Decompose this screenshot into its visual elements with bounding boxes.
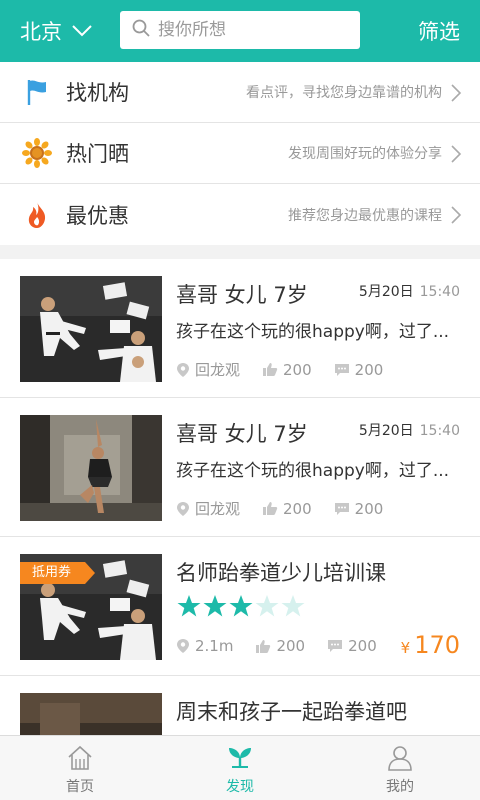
category-menu: 找机构 看点评，寻找您身边靠谱的机构 热门晒 发现周围好玩的体验分享 最优惠 推…: [0, 62, 480, 245]
card-title: 喜哥 女儿 7岁: [176, 422, 308, 446]
city-selector[interactable]: 北京: [0, 0, 118, 62]
location-pin-icon: [177, 639, 189, 653]
card-body: 孩子在这个玩的很happy啊，过了...: [176, 322, 450, 342]
feed-card[interactable]: 喜哥 女儿 7岁 5月20日 15:40 孩子在这个玩的很happy啊，过了...…: [0, 259, 480, 398]
card-meta: 回龙观 200 200: [176, 359, 405, 380]
comment-icon: [328, 640, 343, 652]
tab-profile[interactable]: 我的: [320, 736, 480, 800]
comments-count: 200: [354, 360, 384, 379]
card-date: 5月20日: [358, 423, 414, 439]
likes-count: 200: [276, 637, 306, 655]
dancer-photo: [20, 415, 162, 521]
menu-item-institutions[interactable]: 找机构 看点评，寻找您身边靠谱的机构: [0, 62, 480, 123]
card-time: 15:40: [419, 423, 460, 439]
search-box[interactable]: [120, 11, 360, 49]
distance-meta: 2.1m: [176, 637, 233, 655]
tab-home[interactable]: 首页: [0, 736, 160, 800]
chevron-right-icon: [451, 145, 462, 163]
location-meta: 回龙观: [176, 359, 240, 380]
price-value: 170: [414, 631, 460, 659]
distance-text: 2.1m: [195, 637, 234, 655]
taekwondo-photo: 抵用券: [20, 554, 162, 660]
star-filled-icon: [229, 595, 253, 617]
likes-meta[interactable]: 200: [262, 500, 312, 518]
menu-title: 热门晒: [66, 142, 129, 166]
menu-desc: 推荐您身边最优惠的课程: [288, 207, 442, 224]
flag-icon: [20, 75, 54, 109]
thumbs-up-icon: [256, 639, 271, 653]
flame-icon: [20, 198, 54, 232]
likes-count: 200: [283, 499, 312, 518]
likes-count: 200: [283, 360, 312, 379]
feed-list: 喜哥 女儿 7岁 5月20日 15:40 孩子在这个玩的很happy啊，过了...…: [0, 259, 480, 800]
comments-count: 200: [354, 499, 384, 518]
likes-meta[interactable]: 200: [255, 637, 305, 655]
location-text: 回龙观: [195, 500, 241, 518]
course-price: ¥170: [401, 631, 460, 659]
comments-meta[interactable]: 200: [334, 360, 384, 379]
bottom-tab-bar: 首页 发现 我的: [0, 735, 480, 800]
menu-item-deals[interactable]: 最优惠 推荐您身边最优惠的课程: [0, 184, 480, 245]
location-meta: 回龙观: [176, 498, 240, 519]
filter-button[interactable]: 筛选: [418, 0, 460, 62]
tab-label: 我的: [386, 779, 414, 795]
sprout-icon: [229, 748, 251, 768]
menu-desc: 发现周围好玩的体验分享: [288, 146, 442, 162]
comment-icon: [334, 502, 349, 515]
card-meta: 回龙观 200 200: [176, 498, 405, 519]
thumbs-up-icon: [263, 363, 278, 376]
card-date: 5月20日: [358, 284, 414, 300]
search-icon: [132, 19, 150, 41]
taekwondo-photo: [20, 276, 162, 382]
comments-meta[interactable]: 200: [327, 637, 377, 655]
comments-count: 200: [348, 637, 377, 655]
tab-discover[interactable]: 发现: [160, 736, 320, 800]
menu-title: 最优惠: [66, 203, 129, 228]
course-card[interactable]: 抵用券 名师跆拳道少儿培训课 2.1m 200 200 ¥170: [0, 537, 480, 676]
rating-stars: [176, 593, 306, 619]
top-bar: 北京 筛选: [0, 0, 480, 62]
star-empty-icon: [281, 595, 305, 617]
user-icon: [388, 746, 412, 771]
home-icon: [68, 745, 92, 770]
card-meta: 2.1m 200 200: [176, 637, 399, 655]
location-text: 回龙观: [195, 361, 241, 379]
course-title: 名师跆拳道少儿培训课: [176, 561, 386, 585]
chevron-right-icon: [451, 206, 462, 224]
chevron-right-icon: [451, 84, 462, 102]
card-timestamp: 5月20日 15:40: [359, 420, 460, 440]
search-input[interactable]: [158, 20, 348, 40]
city-label: 北京: [20, 20, 62, 44]
currency-symbol: ¥: [400, 639, 411, 657]
location-pin-icon: [177, 362, 189, 377]
thumbs-up-icon: [263, 502, 278, 515]
card-timestamp: 5月20日 15:40: [359, 281, 460, 301]
comment-icon: [334, 363, 349, 376]
voucher-badge: 抵用券: [20, 562, 96, 584]
star-empty-icon: [255, 595, 279, 617]
menu-title: 找机构: [66, 81, 129, 105]
menu-item-popular[interactable]: 热门晒 发现周围好玩的体验分享: [0, 123, 480, 184]
feed-card[interactable]: 喜哥 女儿 7岁 5月20日 15:40 孩子在这个玩的很happy啊，过了...…: [0, 398, 480, 537]
star-filled-icon: [177, 595, 201, 617]
tab-label: 首页: [66, 779, 94, 795]
card-body: 孩子在这个玩的很happy啊，过了...: [176, 461, 450, 481]
likes-meta[interactable]: 200: [262, 361, 312, 379]
sunflower-icon: [20, 136, 54, 170]
star-filled-icon: [203, 595, 227, 617]
card-time: 15:40: [419, 284, 460, 300]
comments-meta[interactable]: 200: [334, 499, 384, 518]
tab-label: 发现: [226, 779, 254, 795]
card-title: 周末和孩子一起跆拳道吧: [176, 700, 407, 724]
location-pin-icon: [177, 501, 189, 516]
card-title: 喜哥 女儿 7岁: [176, 283, 308, 307]
chevron-down-icon: [72, 21, 92, 41]
menu-desc: 看点评，寻找您身边靠谱的机构: [246, 85, 442, 101]
